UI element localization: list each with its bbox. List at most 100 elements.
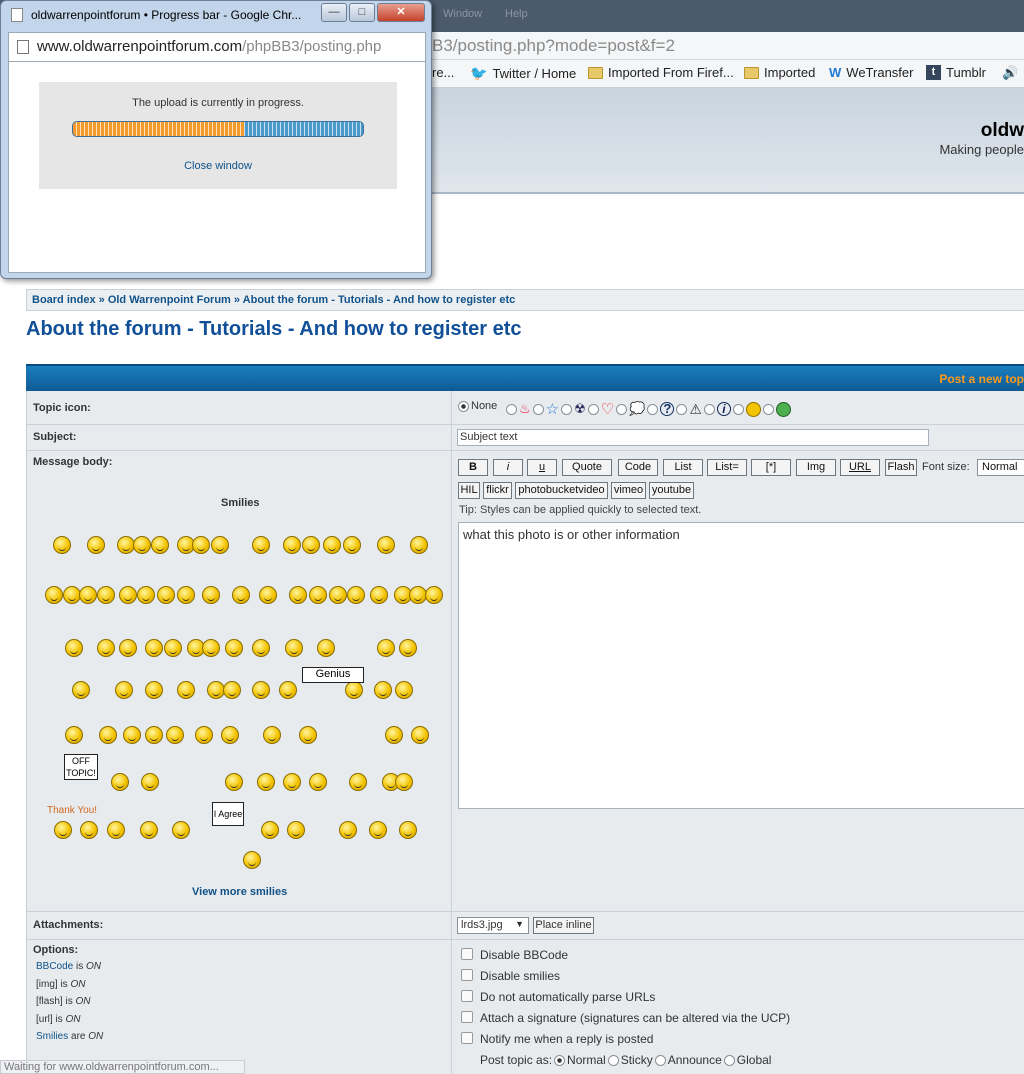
popup-address-bar[interactable]: www.oldwarrenpointforum.com/phpBB3/posti… xyxy=(8,32,426,62)
smiley-icon[interactable] xyxy=(115,681,133,699)
smiley-icon[interactable] xyxy=(97,639,115,657)
smiley-icon[interactable] xyxy=(119,639,137,657)
smiley-icon[interactable] xyxy=(261,821,279,839)
topic-type-sticky-radio[interactable] xyxy=(607,1054,619,1066)
minimize-button[interactable]: — xyxy=(321,3,347,22)
smiley-icon[interactable] xyxy=(329,586,347,604)
post-new-topic-link[interactable]: Post a new top xyxy=(939,372,1024,386)
font-size-select[interactable]: Normal xyxy=(977,459,1024,476)
code-button[interactable]: Code xyxy=(618,459,658,476)
disable-smilies-checkbox[interactable] xyxy=(461,969,473,981)
smiley-icon[interactable] xyxy=(343,536,361,554)
vimeo-button[interactable]: vimeo xyxy=(611,482,646,499)
topic-icon-radio[interactable] xyxy=(587,403,599,415)
smiley-icon[interactable] xyxy=(349,773,367,791)
smiley-icon[interactable] xyxy=(141,773,159,791)
italic-button[interactable]: i xyxy=(493,459,523,476)
smiley-icon[interactable] xyxy=(252,536,270,554)
off-topic-smiley[interactable]: OFF TOPIC! xyxy=(64,754,98,780)
smiley-icon[interactable] xyxy=(145,681,163,699)
smiley-icon[interactable] xyxy=(172,821,190,839)
smiley-icon[interactable] xyxy=(157,586,175,604)
menu-help[interactable]: Help xyxy=(505,8,528,20)
smiley-icon[interactable] xyxy=(345,681,363,699)
smiley-icon[interactable] xyxy=(323,536,341,554)
smiley-icon[interactable] xyxy=(309,773,327,791)
topic-icon-radio[interactable] xyxy=(616,403,628,415)
smiley-icon[interactable] xyxy=(80,821,98,839)
close-window-link[interactable]: Close window xyxy=(39,160,397,172)
close-button[interactable]: ✕ xyxy=(377,3,425,22)
maximize-button[interactable]: □ xyxy=(349,3,375,22)
smiley-icon[interactable] xyxy=(79,586,97,604)
smiley-icon[interactable] xyxy=(309,586,327,604)
smiley-icon[interactable] xyxy=(370,586,388,604)
smiley-icon[interactable] xyxy=(45,586,63,604)
smiley-icon[interactable] xyxy=(317,639,335,657)
message-textarea[interactable]: what this photo is or other information xyxy=(458,522,1024,809)
smiley-icon[interactable] xyxy=(279,681,297,699)
bold-button[interactable]: B xyxy=(458,459,488,476)
site-title[interactable]: oldw xyxy=(981,120,1024,142)
topic-type-announce-radio[interactable] xyxy=(654,1054,666,1066)
underline-button[interactable]: u xyxy=(527,459,557,476)
i-agree-smiley[interactable]: I Agree xyxy=(212,802,244,826)
smiley-icon[interactable] xyxy=(140,821,158,839)
smiley-icon[interactable] xyxy=(257,773,275,791)
topic-type-normal-radio[interactable] xyxy=(554,1054,566,1066)
smiley-icon[interactable] xyxy=(283,536,301,554)
smiley-icon[interactable] xyxy=(399,821,417,839)
youtube-button[interactable]: youtube xyxy=(649,482,694,499)
topic-icon-radio[interactable] xyxy=(732,403,744,415)
smiley-icon[interactable] xyxy=(377,536,395,554)
ordered-list-button[interactable]: List= xyxy=(707,459,747,476)
smiley-icon[interactable] xyxy=(259,586,277,604)
smiley-icon[interactable] xyxy=(287,821,305,839)
smiley-icon[interactable] xyxy=(289,586,307,604)
smiley-icon[interactable] xyxy=(53,536,71,554)
breadcrumb-board-index[interactable]: Board index xyxy=(32,294,96,306)
smiley-icon[interactable] xyxy=(65,639,83,657)
smiley-icon[interactable] xyxy=(263,726,281,744)
smiley-icon[interactable] xyxy=(299,726,317,744)
smiley-icon[interactable] xyxy=(377,639,395,657)
smiley-icon[interactable] xyxy=(211,536,229,554)
smiley-icon[interactable] xyxy=(111,773,129,791)
smiley-icon[interactable] xyxy=(252,681,270,699)
bookmark-twitter[interactable]: 🐦 Twitter / Home xyxy=(470,65,576,82)
smiley-icon[interactable] xyxy=(123,726,141,744)
smiley-icon[interactable] xyxy=(192,536,210,554)
topic-type-global-radio[interactable] xyxy=(723,1054,735,1066)
breadcrumb-forum[interactable]: Old Warrenpoint Forum xyxy=(108,294,231,306)
smiley-icon[interactable] xyxy=(223,681,241,699)
notify-reply-checkbox[interactable] xyxy=(461,1032,473,1044)
page-title[interactable]: About the forum - Tutorials - And how to… xyxy=(26,318,522,341)
smiley-icon[interactable] xyxy=(339,821,357,839)
no-parse-urls-checkbox[interactable] xyxy=(461,990,473,1002)
smiley-icon[interactable] xyxy=(195,726,213,744)
subject-input[interactable]: Subject text xyxy=(457,429,929,446)
smiley-icon[interactable] xyxy=(252,639,270,657)
smiley-icon[interactable] xyxy=(202,639,220,657)
smiley-icon[interactable] xyxy=(395,773,413,791)
smiley-icon[interactable] xyxy=(166,726,184,744)
url-button[interactable]: URL xyxy=(840,459,880,476)
topic-icon-radio[interactable] xyxy=(561,403,573,415)
attach-signature-checkbox[interactable] xyxy=(461,1011,473,1023)
smiley-icon[interactable] xyxy=(232,586,250,604)
smiley-icon[interactable] xyxy=(145,726,163,744)
smiley-icon[interactable] xyxy=(177,681,195,699)
smiley-icon[interactable] xyxy=(137,586,155,604)
list-button[interactable]: List xyxy=(663,459,703,476)
smiley-icon[interactable] xyxy=(107,821,125,839)
smiley-icon[interactable] xyxy=(425,586,443,604)
smiley-icon[interactable] xyxy=(54,821,72,839)
topic-icon-radio[interactable] xyxy=(676,403,688,415)
bookmark-imported-firefox[interactable]: Imported From Firef... xyxy=(588,65,734,80)
smiley-icon[interactable] xyxy=(177,586,195,604)
attachment-select[interactable]: lrds3.jpg ▼ xyxy=(457,917,529,934)
smiley-icon[interactable] xyxy=(87,536,105,554)
genius-smiley[interactable]: Genius xyxy=(302,667,364,683)
topic-icon-radio[interactable] xyxy=(458,400,469,412)
smiley-icon[interactable] xyxy=(302,536,320,554)
